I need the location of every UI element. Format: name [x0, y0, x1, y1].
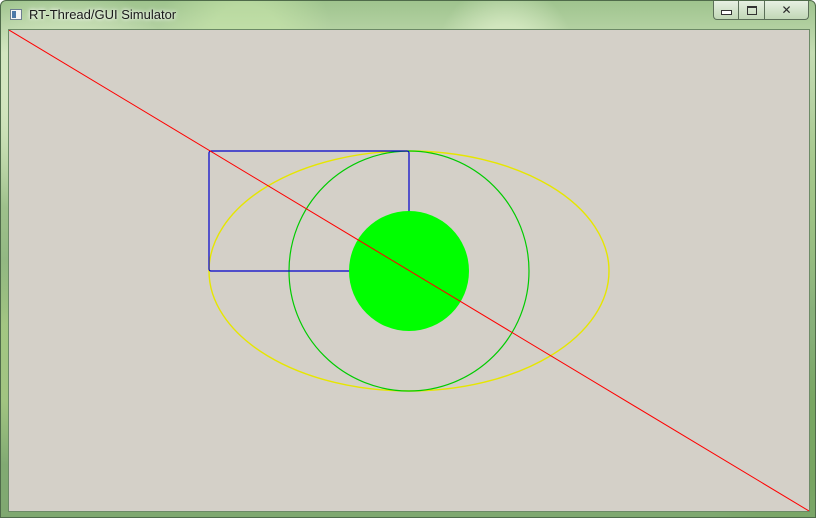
maximize-button[interactable]: [739, 1, 765, 20]
title-bar[interactable]: RT-Thread/GUI Simulator ✕: [1, 1, 815, 29]
app-icon[interactable]: [10, 9, 22, 20]
canvas-svg: [9, 30, 809, 511]
red-diagonal-line: [9, 30, 809, 511]
maximize-icon: [746, 5, 757, 15]
close-button[interactable]: ✕: [765, 1, 809, 20]
drawing-canvas[interactable]: [9, 30, 809, 511]
close-icon: ✕: [781, 3, 792, 17]
minimize-button[interactable]: [713, 1, 739, 20]
simulator-window: RT-Thread/GUI Simulator ✕: [0, 0, 816, 518]
window-title: RT-Thread/GUI Simulator: [29, 7, 177, 22]
window-controls: ✕: [713, 1, 809, 21]
minimize-icon: [720, 9, 732, 15]
